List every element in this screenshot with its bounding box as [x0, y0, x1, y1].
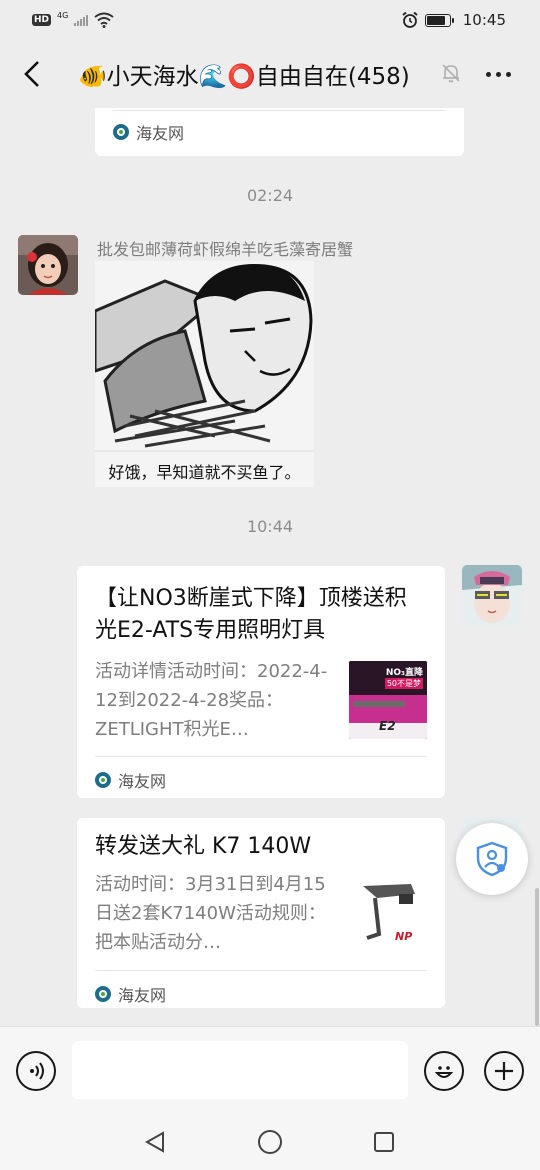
source-name: 海友网: [118, 772, 167, 791]
more-icon-dot: [495, 71, 501, 77]
message-timestamp: 02:24: [246, 186, 294, 205]
meme-image: [95, 261, 314, 487]
sender-avatar[interactable]: [18, 235, 78, 295]
source-logo-icon: [95, 986, 111, 1002]
source-logo-icon: [95, 772, 111, 788]
emoji-button[interactable]: [424, 1051, 464, 1091]
more-icon-dot: [505, 71, 511, 77]
source-logo-icon: [113, 124, 129, 140]
card-description: 活动详情活动时间：2022-4-12到2022-4-28奖品：ZETLIGHT积…: [95, 661, 328, 740]
link-card[interactable]: 【让NO3断崖式下降】顶楼送积光E2-ATS专用照明灯具 活动详情活动时间：20…: [77, 566, 445, 798]
floating-assist-button[interactable]: [456, 823, 528, 895]
nav-recents-icon: [374, 1132, 394, 1152]
input-bar: [0, 1026, 540, 1112]
network-type: 4G: [57, 10, 69, 20]
thumb-text: NO₃直降: [385, 668, 423, 678]
nav-back-button[interactable]: [142, 1129, 168, 1155]
voice-button[interactable]: [16, 1051, 56, 1091]
card-title: 【让NO3断崖式下降】顶楼送积光E2-ATS专用照明灯具: [95, 586, 407, 643]
image-message[interactable]: 好饿，早知道就不买鱼了。: [95, 261, 314, 487]
alarm-icon: [402, 11, 418, 28]
add-button[interactable]: [484, 1051, 524, 1091]
emoji-icon: [434, 1066, 454, 1078]
card-divider: [95, 970, 427, 971]
card-title: 转发送大礼 K7 140W: [95, 834, 312, 859]
message-input[interactable]: [72, 1041, 408, 1099]
status-right: 10:45: [401, 11, 506, 29]
thumb-text: 50不是梦: [384, 678, 423, 689]
status-time: 10:45: [462, 11, 506, 29]
card-divider: [95, 756, 427, 757]
signal-icon: [74, 14, 89, 26]
add-icon: [495, 1062, 513, 1080]
card-divider: [113, 110, 446, 111]
source-name: 海友网: [118, 986, 167, 1005]
sender-name: 批发包邮薄荷虾假绵羊吃毛藻寄居蟹: [97, 240, 354, 259]
card-description: 活动时间：3月31日到4月15日送2套K7140W活动规则：把本贴活动分…: [95, 874, 326, 953]
hd-badge: HD: [32, 14, 52, 26]
nav-home-button[interactable]: [257, 1129, 283, 1155]
battery-icon: [424, 13, 454, 27]
thumbnail-image: [349, 874, 427, 952]
nav-back-icon: [144, 1131, 164, 1153]
more-button[interactable]: [478, 58, 518, 90]
nav-home-icon: [258, 1130, 282, 1154]
thumb-text: E2: [379, 719, 396, 733]
status-bar: HD 4G 10:45: [0, 0, 540, 40]
source-name: 海友网: [136, 124, 185, 143]
card-thumbnail: NP: [349, 874, 427, 952]
link-card[interactable]: 转发送大礼 K7 140W 活动时间：3月31日到4月15日送2套K7140W活…: [77, 818, 445, 1008]
status-left: HD 4G: [32, 10, 114, 28]
more-icon-dot: [485, 71, 491, 77]
back-arrow-icon: [24, 61, 39, 87]
card-source: 海友网: [95, 768, 166, 792]
navigation-bar: [0, 1112, 540, 1170]
card-source: 海友网: [95, 982, 166, 1006]
avatar-photo-icon: [18, 235, 78, 295]
card-source: 海友网: [113, 120, 184, 144]
nav-recents-button[interactable]: [371, 1129, 397, 1155]
thumb-text: NP: [395, 930, 413, 943]
avatar-anime-icon: [462, 565, 522, 625]
chat-scrollbar[interactable]: [535, 888, 539, 1026]
back-button[interactable]: [14, 54, 50, 94]
link-card-partial[interactable]: 海友网: [95, 108, 464, 156]
card-thumbnail: NO₃直降 50不是梦 E2: [349, 661, 427, 739]
voice-icon: [30, 1062, 44, 1080]
chat-title: 🐠小天海水🌊⭕自由自在(458): [78, 64, 410, 90]
shield-person-icon: [476, 841, 508, 877]
chat-messages[interactable]: 海友网 02:24 批发包邮薄荷虾假绵羊吃毛藻寄居蟹 好饿，早知道就不买鱼了。 …: [0, 108, 540, 1026]
mute-bell-icon: [442, 64, 460, 83]
self-avatar[interactable]: [462, 565, 522, 625]
image-caption: 好饿，早知道就不买鱼了。: [108, 463, 301, 482]
message-timestamp: 10:44: [246, 517, 294, 536]
wifi-icon: [94, 12, 114, 28]
title-bar: 🐠小天海水🌊⭕自由自在(458): [0, 40, 540, 108]
